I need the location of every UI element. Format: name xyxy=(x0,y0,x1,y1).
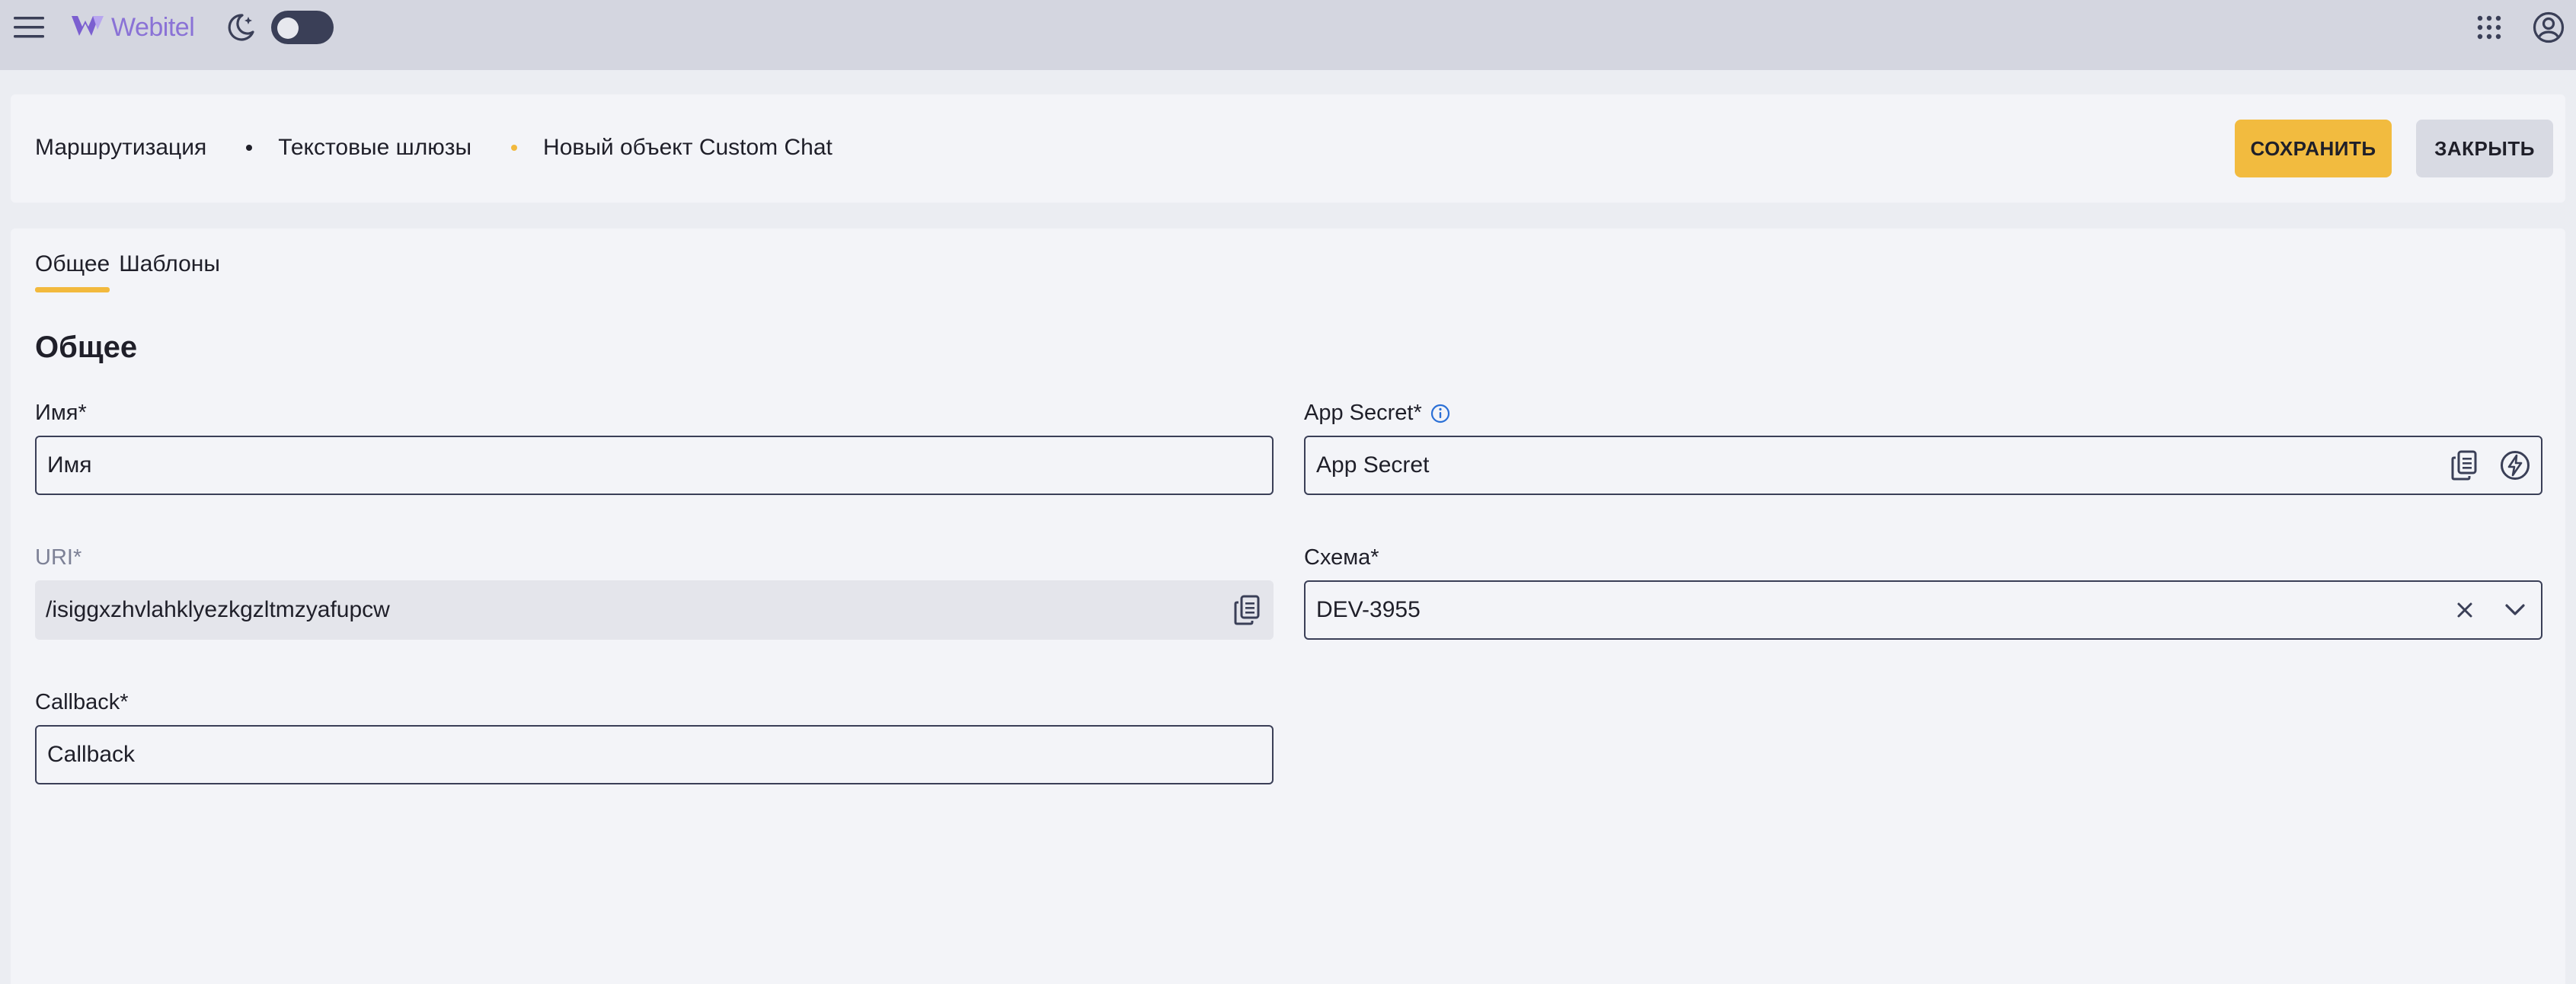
breadcrumb-item-current: Новый объект Custom Chat xyxy=(543,135,833,160)
callback-label: Callback* xyxy=(35,690,129,714)
callback-field[interactable]: Callback xyxy=(35,725,1274,784)
section-title: Общее xyxy=(35,331,138,364)
moon-icon[interactable] xyxy=(224,11,257,44)
chevron-down-icon[interactable] xyxy=(2500,595,2530,625)
copy-icon[interactable] xyxy=(2450,450,2480,481)
page-header: Маршрутизация Текстовые шлюзы Новый объе… xyxy=(11,94,2565,203)
account-icon[interactable] xyxy=(2530,9,2567,46)
app-secret-label: App Secret* xyxy=(1304,401,1451,426)
close-button[interactable]: ЗАКРЫТЬ xyxy=(2416,120,2553,177)
breadcrumb-item-text-gateways[interactable]: Текстовые шлюзы xyxy=(278,135,471,161)
app-secret-field[interactable]: App Secret xyxy=(1304,436,2542,495)
schema-label: Схема* xyxy=(1304,545,1379,570)
webitel-logo[interactable]: Webitel xyxy=(70,11,195,44)
uri-value: /isiggxzhvlahklyezkgzltmzyafupcw xyxy=(46,597,390,622)
copy-icon[interactable] xyxy=(1232,595,1263,625)
breadcrumb-separator-active xyxy=(511,145,518,151)
app-secret-label-text: App Secret* xyxy=(1304,401,1422,425)
tab-templates[interactable]: Шаблоны xyxy=(119,251,220,292)
generate-lightning-icon[interactable] xyxy=(2500,450,2530,481)
uri-field: /isiggxzhvlahklyezkgzltmzyafupcw xyxy=(35,580,1274,640)
main-content: Общее Шаблоны Общее Имя* Имя App Secret*… xyxy=(11,228,2565,984)
top-bar: Webitel xyxy=(0,0,2576,70)
name-field[interactable]: Имя xyxy=(35,436,1274,495)
app-secret-value: App Secret xyxy=(1316,452,1430,478)
menu-icon[interactable] xyxy=(11,11,47,44)
logo-text: Webitel xyxy=(111,12,195,42)
breadcrumb-separator xyxy=(246,145,253,151)
uri-label: URI* xyxy=(35,545,82,570)
toggle-knob xyxy=(277,18,299,39)
breadcrumb: Маршрутизация Текстовые шлюзы Новый объе… xyxy=(35,131,833,165)
breadcrumb-item-routing[interactable]: Маршрутизация xyxy=(35,135,206,161)
callback-value: Callback xyxy=(47,742,136,767)
tab-general[interactable]: Общее xyxy=(35,251,110,292)
save-button[interactable]: СОХРАНИТЬ xyxy=(2235,120,2392,177)
clear-icon[interactable] xyxy=(2450,595,2480,625)
apps-grid-icon[interactable] xyxy=(2472,11,2506,44)
tabs: Общее Шаблоны xyxy=(35,251,220,292)
schema-select[interactable]: DEV-3955 xyxy=(1304,580,2542,640)
name-value: Имя xyxy=(47,452,92,478)
theme-toggle[interactable] xyxy=(271,11,334,44)
info-icon[interactable] xyxy=(1430,403,1451,424)
schema-value: DEV-3955 xyxy=(1316,597,1421,622)
name-label: Имя* xyxy=(35,401,87,425)
webitel-logo-icon xyxy=(70,14,105,41)
